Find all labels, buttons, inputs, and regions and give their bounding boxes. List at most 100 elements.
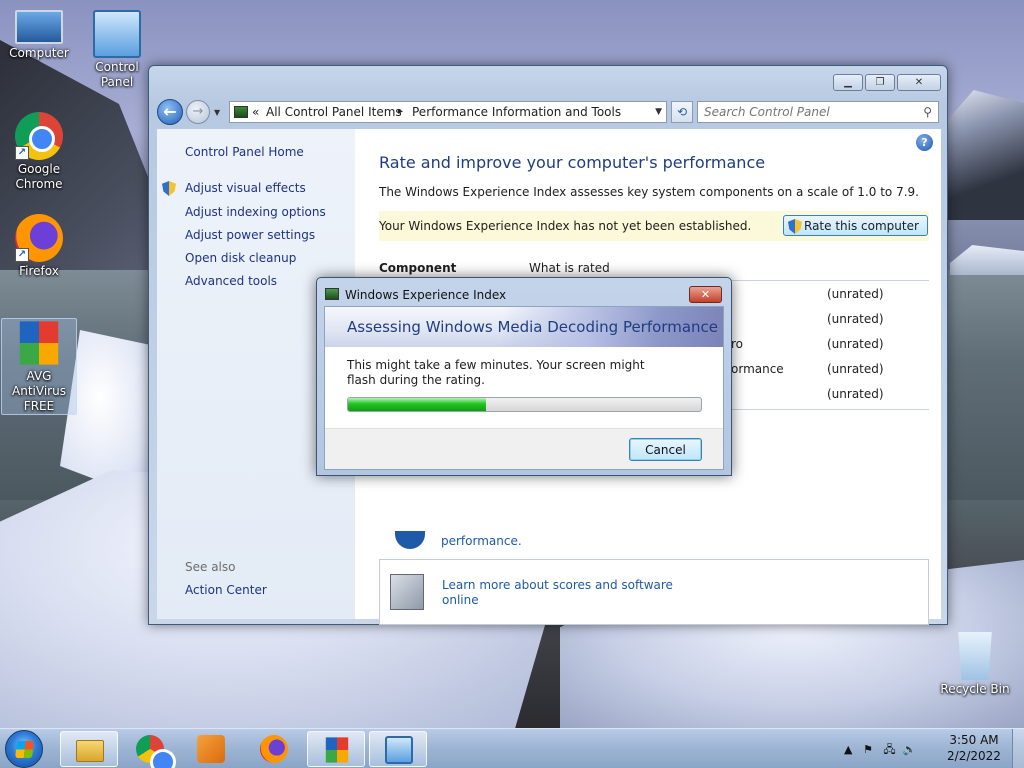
- control-panel-icon: [385, 736, 413, 764]
- progress-fill: [348, 398, 486, 411]
- desktop-icon-recycle-bin[interactable]: Recycle Bin: [937, 632, 1013, 697]
- control-panel-icon: [93, 10, 141, 58]
- dialog-close-button[interactable]: ✕: [689, 286, 722, 303]
- rate-this-computer-button[interactable]: Rate this computer: [783, 215, 928, 236]
- media-player-icon: [197, 735, 225, 763]
- taskbar-control-panel[interactable]: [369, 731, 427, 767]
- component-text-fragment: ro: [731, 337, 744, 351]
- score-cell: (unrated): [827, 362, 884, 376]
- advanced-tools-link[interactable]: Advanced tools: [185, 274, 277, 288]
- explorer-icon: [76, 740, 104, 762]
- dialog-title: Windows Experience Index: [345, 288, 507, 302]
- windows-logo-icon: [15, 741, 34, 758]
- info-icon: [395, 531, 425, 549]
- taskbar-chrome[interactable]: [121, 731, 179, 768]
- show-desktop-button[interactable]: [1012, 729, 1024, 768]
- taskbar-avg[interactable]: [307, 731, 365, 767]
- learn-more-box: Learn more about scores and software onl…: [379, 559, 929, 625]
- address-bar[interactable]: « All Control Panel Items ▸ Performance …: [229, 101, 667, 123]
- desktop-icon-label: Google Chrome: [15, 162, 63, 191]
- progress-bar: [347, 397, 702, 412]
- chrome-icon: ↗: [15, 112, 63, 160]
- open-disk-cleanup-link[interactable]: Open disk cleanup: [185, 251, 296, 265]
- desktop-icon-firefox[interactable]: ↗ Firefox: [1, 214, 77, 279]
- score-cell: (unrated): [827, 337, 884, 351]
- control-panel-home-link[interactable]: Control Panel Home: [185, 145, 304, 159]
- score-cell: (unrated): [827, 287, 884, 301]
- search-icon[interactable]: ⚲: [923, 105, 932, 119]
- column-component: Component: [379, 261, 457, 275]
- taskbar-media-player[interactable]: [182, 731, 240, 767]
- show-hidden-icons[interactable]: ▲: [844, 743, 852, 756]
- desktop-icon-label: Computer: [9, 46, 69, 60]
- network-icon[interactable]: 🖧: [883, 743, 895, 756]
- page-title: Rate and improve your computer's perform…: [379, 153, 766, 172]
- start-button[interactable]: [5, 730, 43, 768]
- search-box[interactable]: ⚲: [697, 101, 939, 123]
- desktop-icon-label: Firefox: [19, 264, 59, 278]
- back-button[interactable]: ←: [157, 99, 183, 125]
- firefox-icon: ↗: [15, 214, 63, 262]
- clock[interactable]: 3:50 AM 2/2/2022: [938, 732, 1010, 764]
- experience-index-icon: [325, 288, 339, 300]
- control-panel-icon: [234, 106, 248, 118]
- forward-button[interactable]: →: [186, 100, 210, 124]
- breadcrumb-performance[interactable]: Performance Information and Tools: [412, 105, 621, 119]
- firefox-icon: [260, 735, 288, 763]
- desktop-icon-control-panel[interactable]: Control Panel: [78, 10, 156, 90]
- desktop-icon-avg[interactable]: AVG AntiVirus FREE: [1, 318, 77, 415]
- recycle-bin-icon: [958, 632, 992, 680]
- minimize-button[interactable]: ▁: [833, 74, 863, 91]
- history-chevron[interactable]: «: [252, 105, 259, 119]
- desktop-icon-chrome[interactable]: ↗ Google Chrome: [1, 112, 77, 192]
- action-center-link[interactable]: Action Center: [185, 583, 267, 597]
- desktop-icon-label: AVG AntiVirus FREE: [12, 369, 66, 413]
- uac-shield-icon: [788, 219, 802, 234]
- performance-tips-link[interactable]: performance.: [441, 534, 522, 548]
- software-box-icon: [390, 574, 424, 610]
- adjust-visual-effects-link[interactable]: Adjust visual effects: [185, 181, 306, 195]
- learn-more-link[interactable]: Learn more about scores and software onl…: [442, 578, 682, 608]
- clock-time: 3:50 AM: [949, 733, 999, 747]
- shortcut-arrow-icon: ↗: [15, 248, 29, 262]
- notification-area: ▲ ⚑ 🖧 🔈: [844, 741, 916, 760]
- desktop-icon-label: Control Panel: [95, 60, 139, 89]
- volume-icon[interactable]: 🔈: [903, 743, 917, 756]
- dialog-heading: Assessing Windows Media Decoding Perform…: [347, 318, 719, 336]
- page-description: The Windows Experience Index assesses ke…: [379, 185, 919, 199]
- recent-pages-dropdown[interactable]: ▼: [214, 108, 220, 117]
- rate-button-label: Rate this computer: [804, 218, 919, 233]
- wallpaper-peak: [940, 90, 1024, 220]
- avg-icon: [325, 737, 349, 763]
- notice-bar: Your Windows Experience Index has not ye…: [379, 211, 929, 241]
- address-dropdown-icon[interactable]: ▼: [655, 107, 662, 117]
- window-controls: ▁ ❐ ✕: [833, 74, 941, 91]
- clock-date: 2/2/2022: [947, 749, 1001, 763]
- breadcrumb-all-items[interactable]: All Control Panel Items: [266, 105, 402, 119]
- score-cell: (unrated): [827, 387, 884, 401]
- close-button[interactable]: ✕: [897, 74, 941, 91]
- action-center-flag-icon[interactable]: ⚑: [863, 743, 873, 756]
- refresh-button[interactable]: ⟲: [671, 101, 693, 123]
- adjust-indexing-options-link[interactable]: Adjust indexing options: [185, 205, 326, 219]
- taskbar-explorer[interactable]: [60, 731, 118, 767]
- taskbar-firefox[interactable]: [245, 731, 303, 767]
- cancel-button[interactable]: Cancel: [629, 438, 702, 461]
- wallpaper-ice: [950, 245, 1024, 275]
- notice-text: Your Windows Experience Index has not ye…: [379, 219, 752, 233]
- adjust-power-settings-link[interactable]: Adjust power settings: [185, 228, 315, 242]
- component-text-fragment: ormance: [731, 362, 784, 376]
- search-input[interactable]: [704, 103, 904, 121]
- shortcut-arrow-icon: ↗: [15, 146, 29, 160]
- navigation-bar: ← → ▼ « All Control Panel Items ▸ Perfor…: [157, 99, 941, 125]
- column-what-is-rated: What is rated: [529, 261, 610, 275]
- see-also-heading: See also: [185, 560, 236, 574]
- score-cell: (unrated): [827, 312, 884, 326]
- desktop-icon-computer[interactable]: Computer: [1, 10, 77, 61]
- avg-icon: [19, 321, 59, 365]
- restore-button[interactable]: ❐: [865, 74, 895, 91]
- help-icon[interactable]: ?: [916, 134, 933, 151]
- breadcrumb-separator[interactable]: ▸: [398, 106, 403, 117]
- uac-shield-icon: [162, 181, 176, 196]
- desktop-icon-label: Recycle Bin: [940, 682, 1010, 696]
